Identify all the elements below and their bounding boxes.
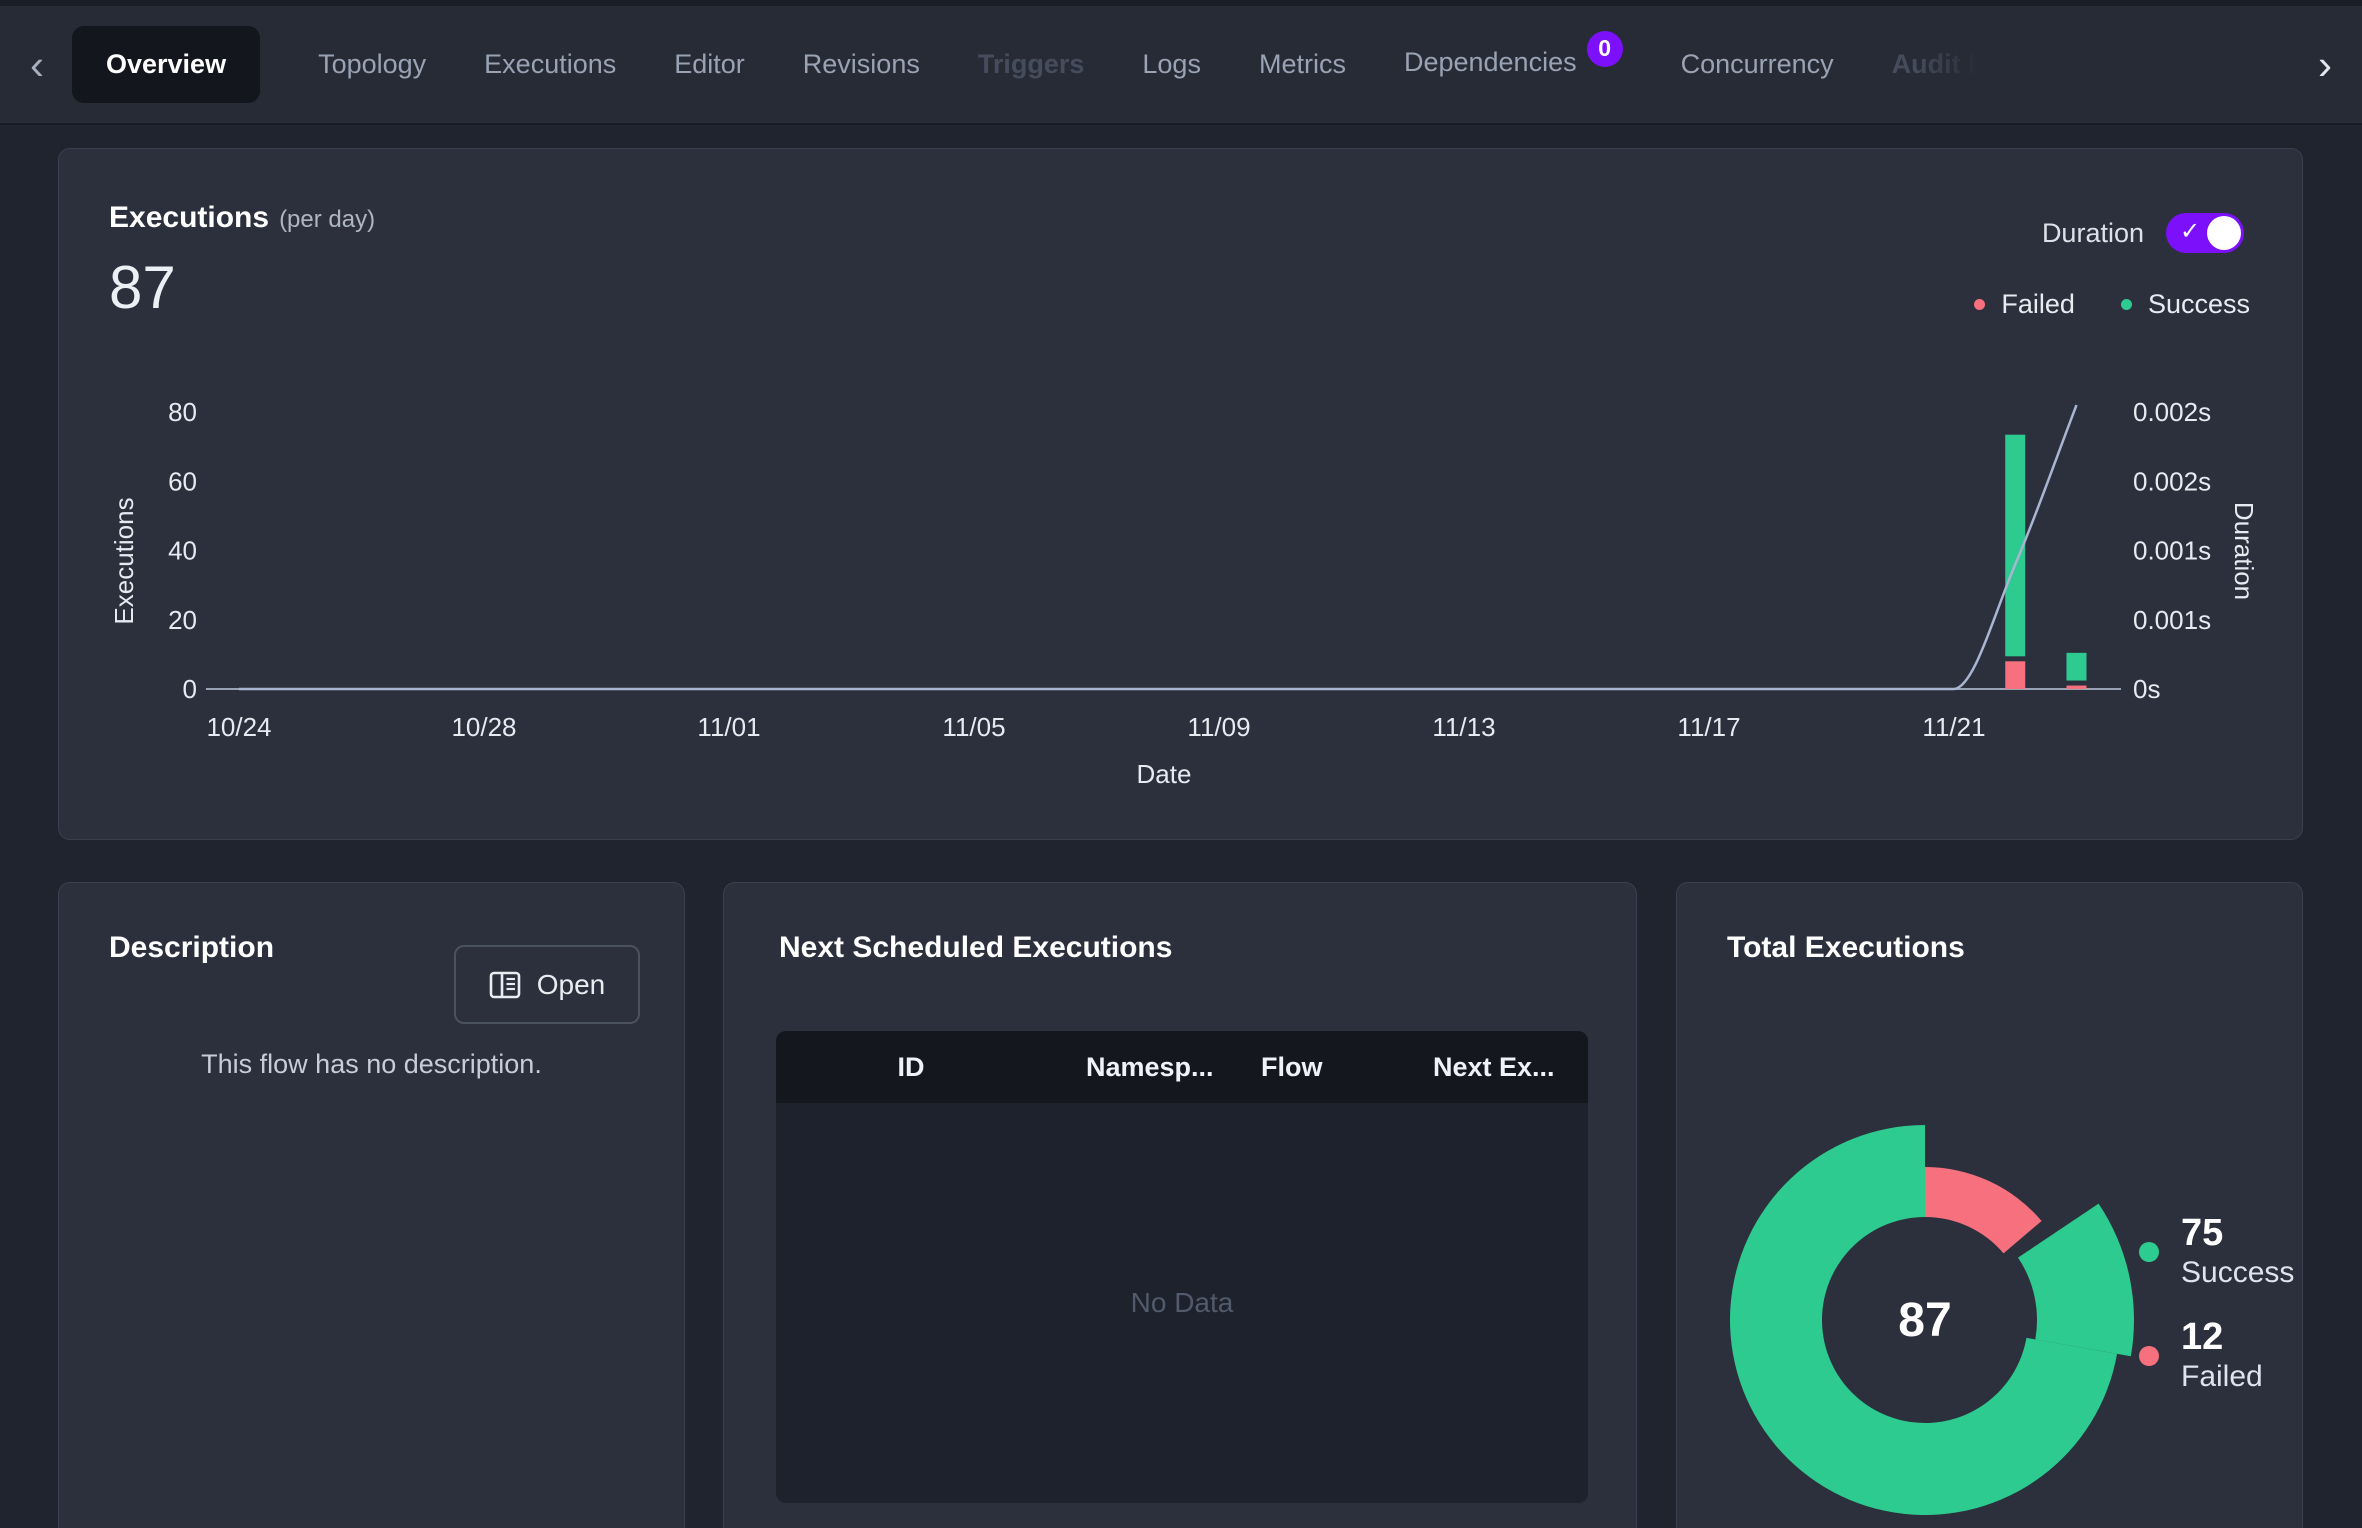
tab-metrics[interactable]: Metrics bbox=[1259, 49, 1346, 80]
svg-text:0.002s: 0.002s bbox=[2133, 466, 2211, 496]
svg-text:Date: Date bbox=[1137, 759, 1192, 789]
total-executions-card: Total Executions 87 75 Success 12 Failed bbox=[1676, 882, 2303, 1528]
legend-item-success[interactable]: Success bbox=[2121, 289, 2250, 320]
success-label: Success bbox=[2181, 1255, 2294, 1291]
svg-text:Duration: Duration bbox=[2229, 502, 2259, 600]
failed-count: 12 bbox=[2181, 1317, 2263, 1359]
svg-text:11/01: 11/01 bbox=[697, 712, 760, 742]
svg-text:0.002s: 0.002s bbox=[2133, 397, 2211, 427]
executions-card-subtitle: (per day) bbox=[279, 206, 375, 234]
duration-toggle-group: Duration ✓ bbox=[2042, 213, 2244, 253]
legend-failed-label: Failed bbox=[2001, 289, 2075, 320]
tab-executions[interactable]: Executions bbox=[484, 49, 616, 80]
svg-text:80: 80 bbox=[168, 397, 197, 427]
svg-text:11/13: 11/13 bbox=[1432, 712, 1495, 742]
svg-text:11/05: 11/05 bbox=[942, 712, 1005, 742]
executions-total-count: 87 bbox=[109, 253, 176, 322]
tab-concurrency[interactable]: Concurrency bbox=[1681, 49, 1834, 80]
tab-audit-logs: Audit L bbox=[1892, 49, 1985, 80]
legend-item-failed[interactable]: Failed bbox=[1974, 289, 2075, 320]
donut-center-value: 87 bbox=[1898, 1294, 1951, 1347]
donut-legend: 75 Success 12 Failed bbox=[2139, 1213, 2294, 1395]
column-header-id: ID bbox=[776, 1052, 1046, 1083]
executions-per-day-card: Executions (per day) 87 Duration ✓ Faile… bbox=[58, 148, 2303, 840]
toggle-knob bbox=[2207, 216, 2241, 250]
tabs-scroll-left-icon[interactable]: ‹ bbox=[22, 44, 52, 86]
success-dot-icon bbox=[2139, 1242, 2159, 1262]
failed-slice bbox=[1925, 1167, 2042, 1253]
executions-chart-svg: 80 60 40 20 0 0.002s 0.002s 0.001s 0.001s 0s 10/24… bbox=[59, 391, 2304, 821]
failed-dot-icon bbox=[1974, 299, 1985, 310]
svg-text:10/28: 10/28 bbox=[451, 712, 516, 742]
success-bar bbox=[2067, 653, 2087, 681]
donut-legend-success[interactable]: 75 Success bbox=[2139, 1213, 2294, 1291]
next-scheduled-table-body: No Data bbox=[776, 1103, 1588, 1503]
column-header-namespace: Namesp... bbox=[1046, 1052, 1221, 1083]
tab-topology[interactable]: Topology bbox=[318, 49, 426, 80]
svg-text:11/21: 11/21 bbox=[1922, 712, 1985, 742]
tab-triggers: Triggers bbox=[978, 49, 1085, 80]
svg-text:10/24: 10/24 bbox=[206, 712, 271, 742]
flow-tabs-bar: ‹ Overview Topology Executions Editor Re… bbox=[0, 0, 2362, 125]
total-executions-title: Total Executions bbox=[1727, 931, 1965, 965]
description-empty-text: This flow has no description. bbox=[59, 1049, 684, 1080]
next-scheduled-executions-card: Next Scheduled Executions ID Namesp... F… bbox=[723, 882, 1637, 1528]
dependencies-count-badge: 0 bbox=[1587, 31, 1623, 67]
donut-legend-failed[interactable]: 12 Failed bbox=[2139, 1317, 2294, 1395]
tab-editor[interactable]: Editor bbox=[674, 49, 745, 80]
column-header-flow: Flow bbox=[1221, 1052, 1393, 1083]
executions-card-header: Executions (per day) bbox=[109, 201, 375, 235]
flow-tabs: Overview Topology Executions Editor Revi… bbox=[72, 26, 2310, 103]
tab-dependencies[interactable]: Dependencies 0 bbox=[1404, 47, 1623, 83]
column-header-next-execution: Next Ex... bbox=[1393, 1052, 1588, 1083]
kestra-flow-dashboard: ‹ Overview Topology Executions Editor Re… bbox=[0, 0, 2362, 1528]
duration-toggle[interactable]: ✓ bbox=[2166, 213, 2244, 253]
executions-chart-legend: Failed Success bbox=[1974, 289, 2250, 320]
failed-label: Failed bbox=[2181, 1359, 2263, 1395]
next-scheduled-table: ID Namesp... Flow Next Ex... No Data bbox=[776, 1031, 1588, 1503]
svg-text:40: 40 bbox=[168, 536, 197, 566]
svg-text:60: 60 bbox=[168, 466, 197, 496]
svg-text:20: 20 bbox=[168, 605, 197, 635]
duration-line bbox=[239, 405, 2077, 689]
open-button-label: Open bbox=[537, 969, 606, 1001]
tab-logs[interactable]: Logs bbox=[1142, 49, 1201, 80]
failed-dot-icon bbox=[2139, 1346, 2159, 1366]
svg-text:0.001s: 0.001s bbox=[2133, 536, 2211, 566]
legend-success-label: Success bbox=[2148, 289, 2250, 320]
no-data-text: No Data bbox=[1131, 1287, 1234, 1319]
svg-text:11/17: 11/17 bbox=[1677, 712, 1740, 742]
svg-text:0s: 0s bbox=[2133, 674, 2160, 704]
success-count: 75 bbox=[2181, 1213, 2294, 1255]
failed-bar bbox=[2067, 686, 2087, 689]
svg-text:0: 0 bbox=[183, 674, 197, 704]
description-card: Description Open This flow has no descri… bbox=[58, 882, 685, 1528]
svg-text:0.001s: 0.001s bbox=[2133, 605, 2211, 635]
duration-toggle-label: Duration bbox=[2042, 218, 2144, 249]
description-card-title: Description bbox=[109, 931, 274, 965]
tab-revisions[interactable]: Revisions bbox=[803, 49, 920, 80]
tab-dependencies-label: Dependencies bbox=[1404, 47, 1577, 78]
success-dot-icon bbox=[2121, 299, 2132, 310]
book-open-icon bbox=[489, 971, 521, 999]
failed-bar bbox=[2005, 661, 2025, 689]
executions-bar-line-chart: 80 60 40 20 0 0.002s 0.002s 0.001s 0.001s 0s 10/24… bbox=[59, 391, 2304, 821]
tab-overview[interactable]: Overview bbox=[72, 26, 260, 103]
next-scheduled-table-header: ID Namesp... Flow Next Ex... bbox=[776, 1031, 1588, 1103]
check-icon: ✓ bbox=[2180, 217, 2200, 246]
svg-text:11/09: 11/09 bbox=[1187, 712, 1250, 742]
svg-text:Executions: Executions bbox=[109, 497, 139, 624]
executions-card-title: Executions bbox=[109, 201, 269, 235]
next-scheduled-title: Next Scheduled Executions bbox=[779, 931, 1172, 965]
open-description-button[interactable]: Open bbox=[454, 945, 640, 1024]
tabs-scroll-right-icon[interactable]: › bbox=[2310, 44, 2340, 86]
success-slice-popped bbox=[2018, 1204, 2134, 1357]
